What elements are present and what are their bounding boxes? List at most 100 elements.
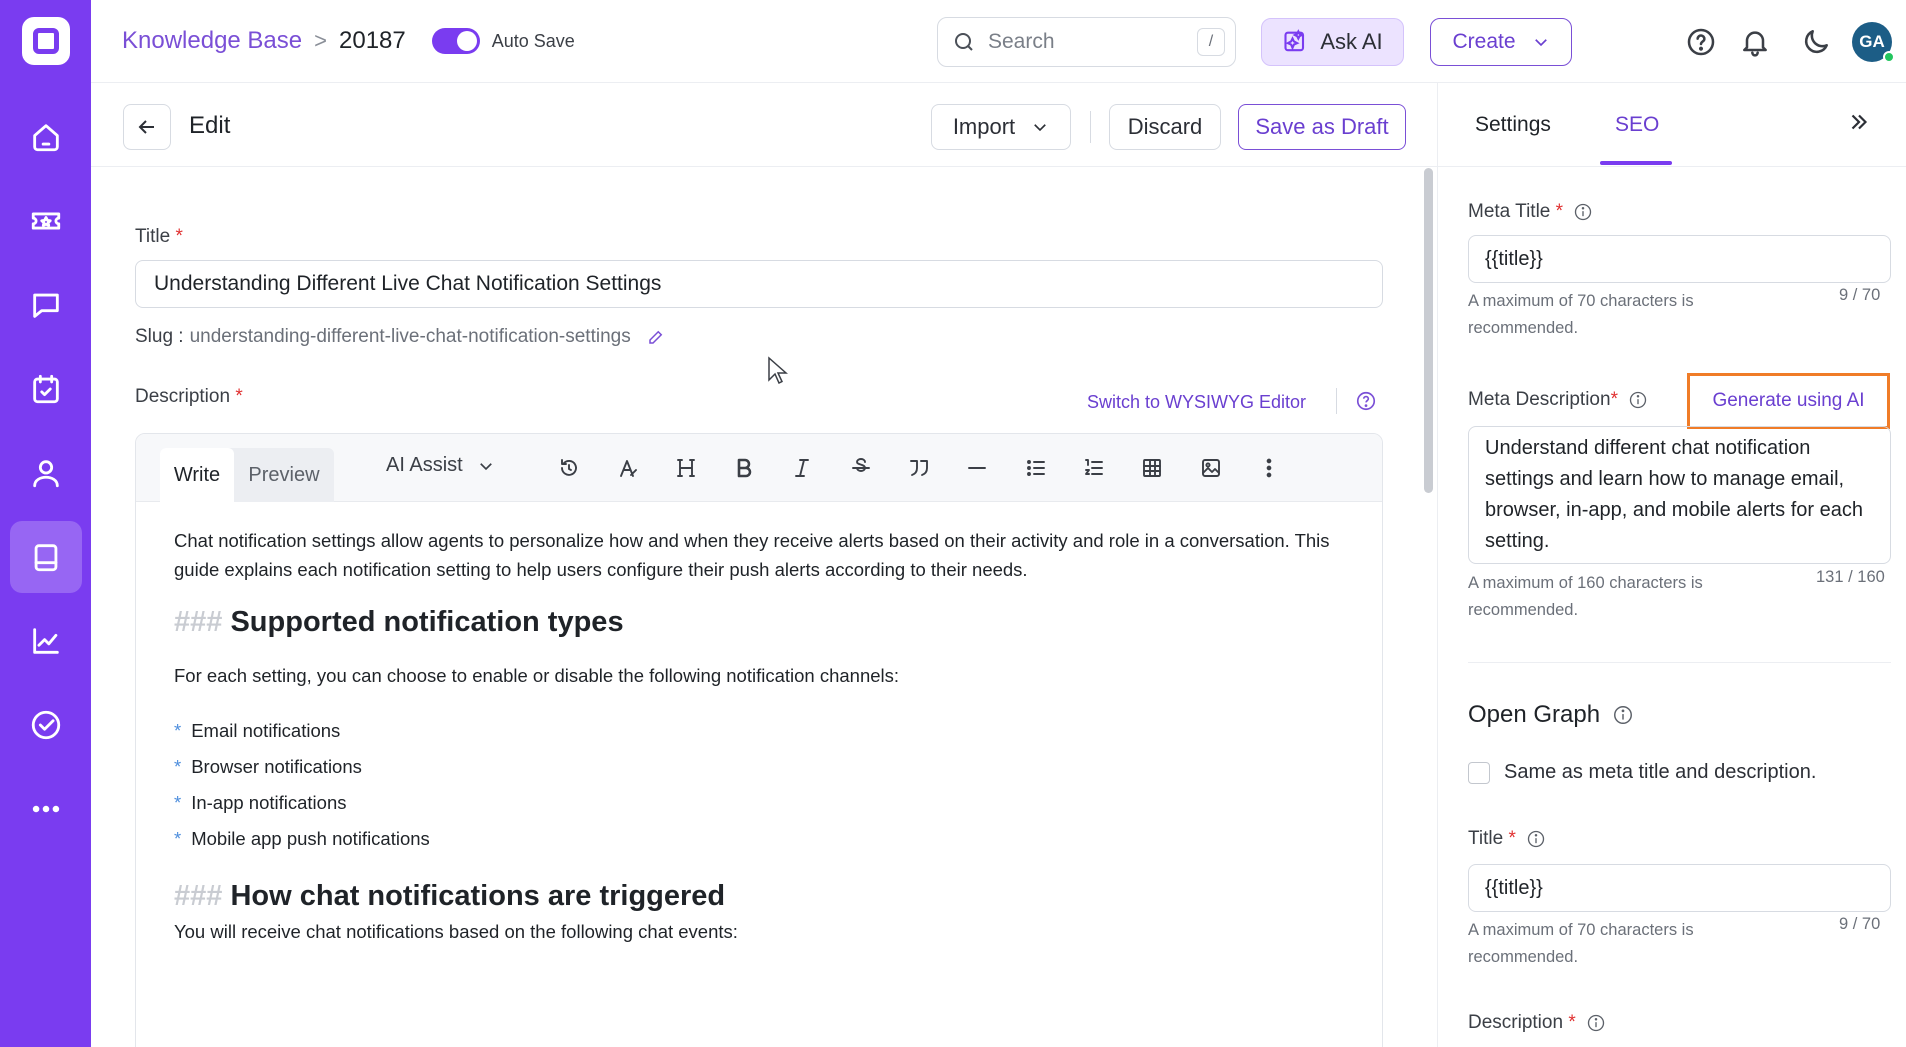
user-avatar[interactable]: GA <box>1852 22 1895 63</box>
meta-title-label: Meta Title * <box>1468 201 1593 223</box>
discard-label: Discard <box>1127 114 1203 139</box>
sidebar-item-more[interactable] <box>10 773 82 845</box>
check-circle-icon <box>31 710 60 740</box>
ticket-icon <box>31 212 60 230</box>
tab-settings[interactable]: Settings <box>1475 113 1551 137</box>
sidebar-item-tickets[interactable] <box>10 185 82 257</box>
heading-icon <box>677 459 695 477</box>
table-button[interactable] <box>1138 454 1166 482</box>
title-input[interactable]: Understanding Different Live Chat Notifi… <box>135 260 1383 308</box>
og-title-label: Title * <box>1468 828 1546 850</box>
chevron-down-icon <box>1034 124 1047 132</box>
info-icon <box>1614 706 1633 724</box>
edit-pencil-icon[interactable] <box>647 328 665 346</box>
heading-supported-types: ### Supported notification types <box>174 606 624 638</box>
more-vertical-icon <box>1266 458 1272 478</box>
ai-assist-dropdown[interactable]: AI Assist <box>386 454 495 477</box>
tab-seo[interactable]: SEO <box>1615 113 1659 137</box>
breadcrumb-separator: > <box>314 28 327 53</box>
ask-ai-button[interactable]: Ask AI <box>1261 18 1404 66</box>
markdown-content[interactable]: Chat notification settings allow agents … <box>174 526 1354 946</box>
text-format-button[interactable] <box>614 454 642 482</box>
editor-scrollbar[interactable] <box>1424 168 1433 493</box>
tab-write[interactable]: Write <box>160 448 234 502</box>
mouse-cursor-icon <box>768 356 788 385</box>
user-icon <box>32 460 59 488</box>
heading-button[interactable] <box>672 454 700 482</box>
open-graph-heading: Open Graph <box>1468 701 1634 729</box>
chat-icon <box>32 293 59 318</box>
back-button[interactable] <box>123 104 171 150</box>
og-description-label: Description * <box>1468 1012 1606 1034</box>
editor-body: Title * Understanding Different Live Cha… <box>91 168 1437 1047</box>
og-title-input[interactable]: {{title}} <box>1468 864 1891 912</box>
calendar-check-icon <box>32 374 59 404</box>
meta-description-value: Understand different chat notification s… <box>1485 437 1863 552</box>
horizontal-rule-button[interactable] <box>963 454 991 482</box>
info-icon <box>1527 830 1545 848</box>
italic-button[interactable] <box>788 454 816 482</box>
search-input[interactable]: Search / <box>937 17 1236 67</box>
double-chevron-right-icon <box>1851 114 1868 130</box>
notifications-button[interactable] <box>1739 26 1771 58</box>
seo-panel: Settings SEO Meta Title * {{title}} A ma… <box>1437 83 1906 1047</box>
sidebar-item-contacts[interactable] <box>10 437 82 509</box>
bell-icon <box>1743 31 1767 57</box>
editor-header: Edit Import Discard Save as Draft <box>91 83 1437 167</box>
strikethrough-button[interactable] <box>847 454 875 482</box>
bold-button[interactable] <box>730 454 758 482</box>
sidebar <box>0 0 91 1047</box>
table-icon <box>1143 459 1161 477</box>
same-as-meta-label: Same as meta title and description. <box>1504 761 1817 783</box>
meta-title-input[interactable]: {{title}} <box>1468 235 1891 283</box>
save-as-draft-button[interactable]: Save as Draft <box>1238 104 1406 150</box>
og-title-value: {{title}} <box>1485 876 1543 899</box>
more-options-button[interactable] <box>1255 454 1283 482</box>
theme-toggle-button[interactable] <box>1800 26 1832 58</box>
create-label: Create <box>1452 30 1516 53</box>
online-status-dot <box>1883 51 1895 63</box>
sidebar-item-analytics[interactable] <box>10 605 82 677</box>
generate-using-ai-button[interactable]: Generate using AI <box>1687 373 1890 429</box>
link-divider <box>1336 388 1337 414</box>
list-item: * Browser notifications <box>174 756 362 777</box>
app-logo[interactable] <box>21 17 70 65</box>
undo-button[interactable] <box>555 454 583 482</box>
autosave-toggle[interactable] <box>431 28 480 54</box>
sidebar-nav <box>9 101 82 845</box>
meta-description-textarea[interactable]: Understand different chat notification s… <box>1468 426 1891 564</box>
editor-help-button[interactable] <box>1355 390 1377 412</box>
tab-preview[interactable]: Preview <box>234 448 334 502</box>
sidebar-item-chat[interactable] <box>10 269 82 341</box>
sidebar-item-approvals[interactable] <box>10 689 82 761</box>
sparkle-icon <box>1284 29 1305 52</box>
import-dropdown[interactable]: Import <box>931 104 1071 150</box>
save-as-draft-label: Save as Draft <box>1255 114 1389 139</box>
sidebar-item-tasks[interactable] <box>10 353 82 425</box>
generate-using-ai-label: Generate using AI <box>1712 390 1865 411</box>
bold-icon <box>737 458 752 478</box>
og-title-hint: A maximum of 70 characters is recommende… <box>1468 921 1694 966</box>
info-icon <box>1574 203 1592 221</box>
meta-title-hint: A maximum of 70 characters is recommende… <box>1468 292 1694 337</box>
image-button[interactable] <box>1197 454 1225 482</box>
discard-button[interactable]: Discard <box>1109 104 1221 150</box>
help-button[interactable] <box>1685 26 1717 58</box>
arrow-left-icon <box>138 120 154 134</box>
og-title-char-count: 9 / 70 <box>1839 915 1881 933</box>
slug-row: Slug : understanding-different-live-chat… <box>135 326 665 348</box>
panel-tabs: Settings SEO <box>1438 83 1906 167</box>
breadcrumb-knowledge-base[interactable]: Knowledge Base <box>122 27 302 55</box>
create-button[interactable]: Create <box>1430 18 1572 66</box>
quote-button[interactable] <box>905 454 933 482</box>
same-as-meta-checkbox-row[interactable]: Same as meta title and description. <box>1468 761 1816 784</box>
numbered-list-button[interactable] <box>1080 454 1108 482</box>
same-as-meta-checkbox[interactable] <box>1468 761 1490 784</box>
collapse-panel-button[interactable] <box>1846 109 1876 139</box>
moon-icon <box>1804 30 1828 54</box>
switch-to-wysiwyg-link[interactable]: Switch to WYSIWYG Editor <box>1087 392 1306 413</box>
sidebar-item-home[interactable] <box>10 101 82 173</box>
sidebar-item-knowledge-base[interactable] <box>9 521 82 593</box>
bullet-list-button[interactable] <box>1022 454 1050 482</box>
list-item: * In-app notifications <box>174 792 347 813</box>
